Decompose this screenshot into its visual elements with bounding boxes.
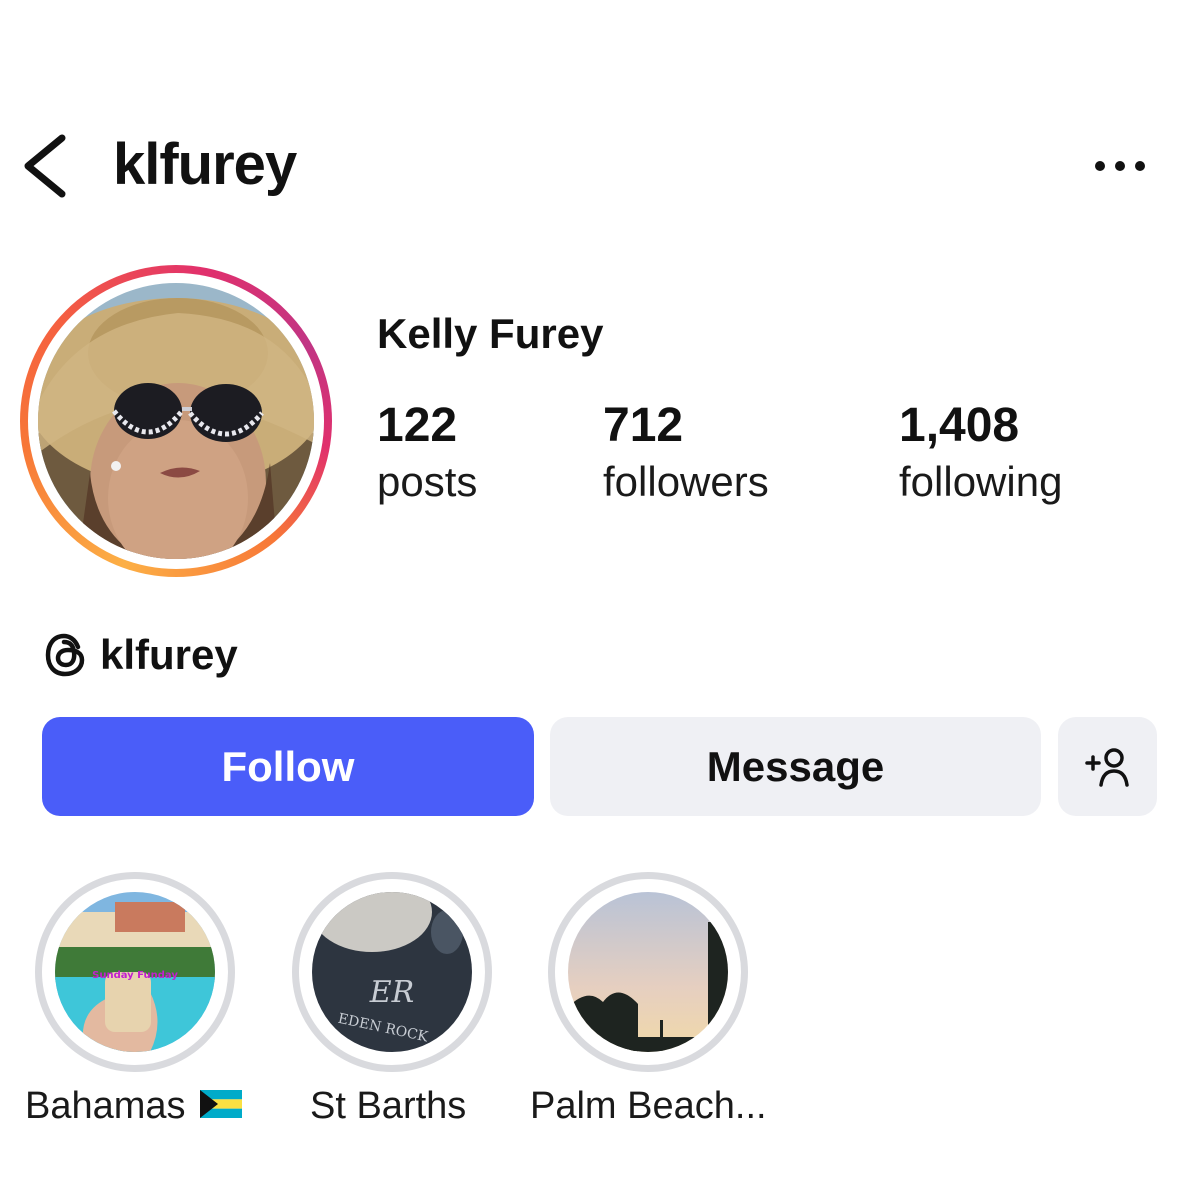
profile-photo [38, 283, 314, 559]
highlight-bahamas[interactable]: Sunday Funday [35, 872, 235, 1072]
follow-button[interactable]: Follow [42, 717, 534, 816]
stat-label: following [899, 458, 1063, 505]
highlight-cover [568, 892, 728, 1052]
more-horizontal-icon [1095, 161, 1145, 171]
stat-label: posts [377, 458, 478, 505]
avatar-story-ring[interactable] [20, 265, 332, 577]
highlight-cover-text: ER [369, 975, 415, 1010]
threads-profile-link[interactable]: klfurey [44, 626, 238, 684]
stat-value: 122 [377, 399, 458, 452]
highlight-label: Bahamas [25, 1080, 242, 1132]
back-button[interactable] [14, 128, 74, 204]
threads-icon [45, 633, 85, 677]
highlight-cover: Sunday Funday [55, 892, 215, 1052]
profile-full-name: Kelly Furey [377, 310, 604, 357]
highlight-palm-beach[interactable] [548, 872, 748, 1072]
avatar [38, 283, 314, 559]
more-options-button[interactable] [1088, 146, 1152, 186]
stat-value: 1,408 [899, 399, 1020, 452]
stat-value: 712 [603, 399, 684, 452]
highlight-label: St Barths [310, 1085, 467, 1127]
stat-posts[interactable]: 122 posts [377, 398, 477, 510]
highlight-st-barths[interactable]: ER EDEN ROCK [292, 872, 492, 1072]
bahamas-flag-icon [199, 1080, 242, 1132]
highlight-cover-text: Sunday Funday [92, 970, 178, 981]
suggested-users-button[interactable] [1058, 717, 1157, 816]
stat-following[interactable]: 1,408 following [899, 398, 1062, 510]
highlight-cover: ER EDEN ROCK [312, 892, 472, 1052]
highlight-label: Palm Beach... [530, 1085, 767, 1127]
stat-followers[interactable]: 712 followers [603, 398, 769, 510]
stat-label: followers [603, 458, 769, 505]
highlight-cover-image: ER EDEN ROCK [312, 892, 472, 1052]
threads-handle: klfurey [100, 631, 238, 678]
message-button[interactable]: Message [550, 717, 1041, 816]
page-title: klfurey [113, 132, 297, 197]
chevron-left-icon [24, 134, 66, 198]
highlight-cover-image [568, 892, 728, 1052]
highlight-cover-image: Sunday Funday [55, 892, 215, 1052]
add-user-icon [1084, 747, 1129, 787]
